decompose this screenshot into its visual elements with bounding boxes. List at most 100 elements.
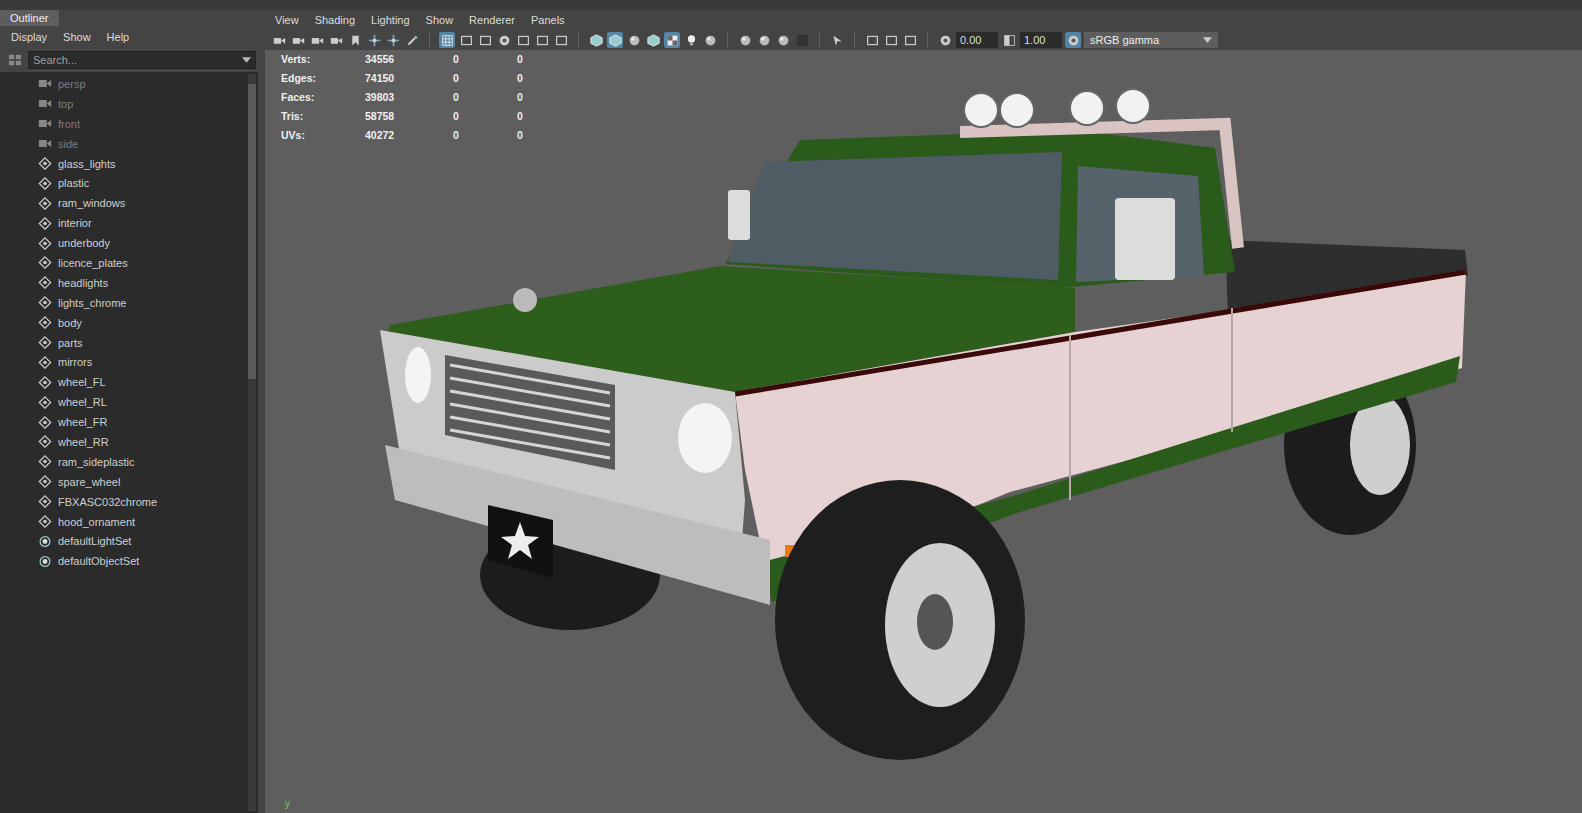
outliner-item[interactable]: mirrors: [0, 352, 248, 372]
outliner-item[interactable]: wheel_FL: [0, 372, 248, 392]
toolbar-button[interactable]: [775, 32, 791, 48]
top-strip: [0, 0, 1582, 10]
toolbar-button[interactable]: [794, 32, 810, 48]
toolbar-button[interactable]: [1001, 32, 1017, 48]
toolbar-button[interactable]: [496, 32, 512, 48]
menu-item[interactable]: View: [275, 12, 299, 28]
menu-item[interactable]: Lighting: [371, 12, 410, 28]
toolbar-button[interactable]: [737, 32, 753, 48]
outliner-item[interactable]: parts: [0, 333, 248, 353]
toolbar-button[interactable]: [937, 32, 953, 48]
outliner-item[interactable]: glass_lights: [0, 154, 248, 174]
menu-item[interactable]: Display: [11, 30, 47, 44]
toolbar-button[interactable]: [626, 32, 642, 48]
outliner-item[interactable]: interior: [0, 213, 248, 233]
outliner-tab[interactable]: Outliner: [0, 10, 59, 26]
number-field[interactable]: 1.00: [1020, 32, 1062, 48]
outliner-item[interactable]: headlights: [0, 273, 248, 293]
stat-value: 34556: [365, 52, 453, 66]
outliner-menu: Display Show Help: [0, 26, 258, 47]
outliner-item[interactable]: plastic: [0, 173, 248, 193]
dropdown-caret-icon[interactable]: [242, 57, 251, 63]
menu-item[interactable]: Show: [63, 30, 91, 44]
3d-view[interactable]: Verts: 3455600Edges: 7415000Faces: 39803…: [265, 50, 1582, 813]
outliner-item[interactable]: top: [0, 94, 248, 114]
outliner-item[interactable]: ram_windows: [0, 193, 248, 213]
toolbar-button[interactable]: [404, 32, 420, 48]
toolbar-button[interactable]: [645, 32, 661, 48]
frame-icon: [885, 34, 898, 47]
toolbar-button[interactable]: [385, 32, 401, 48]
outliner-item[interactable]: FBXASC032chrome: [0, 492, 248, 512]
toolbar-button[interactable]: [309, 32, 325, 48]
outliner-item[interactable]: body: [0, 313, 248, 333]
outliner-item[interactable]: ram_sideplastic: [0, 452, 248, 472]
toolbar-button[interactable]: [366, 32, 382, 48]
outliner-item[interactable]: defaultObjectSet: [0, 551, 248, 571]
outliner-item[interactable]: licence_plates: [0, 253, 248, 273]
outliner-item[interactable]: wheel_RL: [0, 392, 248, 412]
menu-item[interactable]: Help: [107, 30, 130, 44]
outliner-item[interactable]: hood_ornament: [0, 512, 248, 532]
stat-value: 0: [453, 90, 517, 104]
menu-item[interactable]: Shading: [315, 12, 355, 28]
outliner-item[interactable]: front: [0, 114, 248, 134]
truck-model[interactable]: [265, 50, 1582, 813]
toolbar-button[interactable]: [290, 32, 306, 48]
outliner-item[interactable]: underbody: [0, 233, 248, 253]
menu-item[interactable]: Renderer: [469, 12, 515, 28]
color-space-dropdown[interactable]: sRGB gamma: [1084, 32, 1218, 48]
toolbar-button[interactable]: [756, 32, 772, 48]
toolbar-button[interactable]: [271, 32, 287, 48]
cube-icon: [647, 34, 660, 47]
toolbar-button[interactable]: [683, 32, 699, 48]
item-name: spare_wheel: [58, 476, 120, 488]
toolbar-button[interactable]: [515, 32, 531, 48]
toolbar-button[interactable]: [588, 32, 604, 48]
toolbar-button[interactable]: [553, 32, 569, 48]
toolbar-button[interactable]: [864, 32, 880, 48]
menu-item[interactable]: Panels: [531, 12, 565, 28]
toolbar-button[interactable]: [477, 32, 493, 48]
menu-item[interactable]: Show: [426, 12, 454, 28]
toolbar-button[interactable]: [534, 32, 550, 48]
scrollbar[interactable]: [248, 74, 256, 811]
camera-icon: [311, 34, 324, 47]
toolbar-button[interactable]: [458, 32, 474, 48]
toolbar-button[interactable]: [883, 32, 899, 48]
outliner-item[interactable]: lights_chrome: [0, 293, 248, 313]
axis-gizmo: y: [285, 798, 290, 809]
toolbar-button[interactable]: [328, 32, 344, 48]
item-name: top: [58, 98, 73, 110]
number-field[interactable]: 0.00: [956, 32, 998, 48]
toolbar-separator: [854, 33, 855, 47]
outliner-item[interactable]: persp: [0, 74, 248, 94]
viewport-menu: View Shading Lighting Show Renderer Panels: [265, 10, 1582, 30]
camera-icon: [330, 34, 343, 47]
item-name: hood_ornament: [58, 516, 135, 528]
search-field[interactable]: Search...: [28, 51, 256, 69]
stat-label: Faces:: [281, 90, 365, 104]
outliner-item[interactable]: side: [0, 134, 248, 154]
outliner-item[interactable]: wheel_RR: [0, 432, 248, 452]
toolbar-button[interactable]: [664, 32, 680, 48]
toolbar-button[interactable]: [702, 32, 718, 48]
set-icon: [38, 555, 52, 568]
toolbar-separator: [927, 33, 928, 47]
poly-count-hud: Verts: 3455600Edges: 7415000Faces: 39803…: [281, 52, 537, 142]
toolbar-button[interactable]: [347, 32, 363, 48]
item-name: wheel_FL: [58, 376, 106, 388]
camera-icon: [38, 97, 52, 110]
outliner-item[interactable]: spare_wheel: [0, 472, 248, 492]
toolbar-button[interactable]: [439, 32, 455, 48]
scroll-thumb[interactable]: [248, 84, 256, 379]
item-name: front: [58, 118, 80, 130]
filter-icon[interactable]: [8, 53, 22, 67]
outliner-item[interactable]: wheel_FR: [0, 412, 248, 432]
toolbar-button[interactable]: [902, 32, 918, 48]
toolbar-button[interactable]: [829, 32, 845, 48]
toolbar-button[interactable]: [1065, 32, 1081, 48]
camera-icon: [38, 137, 52, 150]
outliner-item[interactable]: defaultLightSet: [0, 531, 248, 551]
toolbar-button[interactable]: [607, 32, 623, 48]
